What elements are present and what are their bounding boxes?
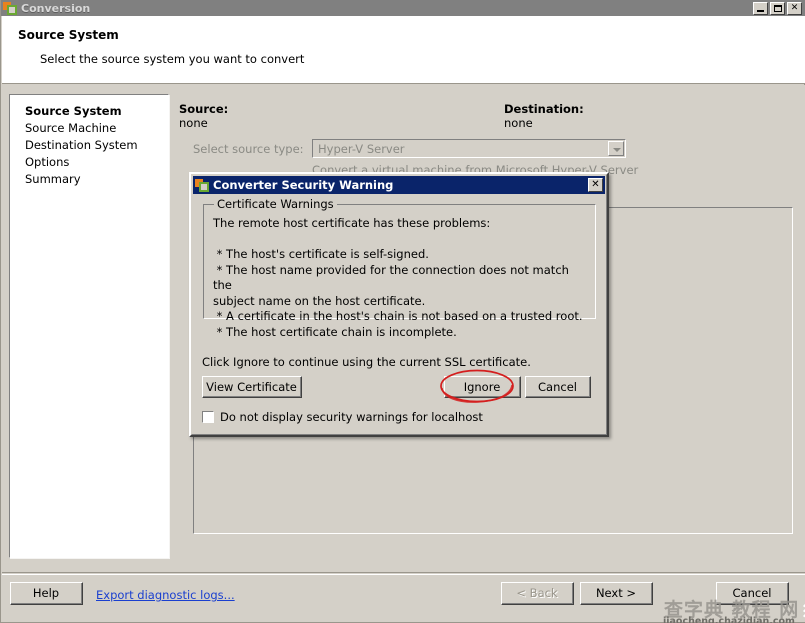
sidebar-item-destination-system[interactable]: Destination System (18, 137, 168, 154)
certificate-warnings-text: The remote host certificate has these pr… (213, 216, 583, 339)
page-title: Source System (18, 28, 119, 42)
certificate-warnings-group: Certificate Warnings The remote host cer… (203, 197, 596, 339)
source-type-row: Select source type: Hyper-V Server (193, 139, 793, 159)
dialog-cancel-button[interactable]: Cancel (525, 376, 591, 398)
window-titlebar: Conversion ✕ (1, 0, 805, 16)
source-type-label: Select source type: (193, 142, 304, 156)
cancel-button[interactable]: Cancel (716, 582, 789, 605)
sidebar-item-source-machine[interactable]: Source Machine (18, 120, 168, 137)
window-controls: ✕ (753, 2, 802, 15)
source-label: Source: (179, 102, 229, 116)
dialog-close-button[interactable]: ✕ (588, 178, 603, 192)
app-icon (3, 1, 17, 15)
cancel-button-label: Cancel (717, 583, 788, 604)
sidebar-item-options[interactable]: Options (18, 154, 168, 171)
ignore-button[interactable]: Ignore (444, 376, 521, 398)
maximize-button[interactable] (770, 2, 785, 15)
page-header: Source System Select the source system y… (2, 16, 805, 84)
sidebar-item-label: Options (25, 155, 70, 169)
resize-grip[interactable] (789, 596, 805, 620)
dialog-title: Converter Security Warning (213, 178, 394, 192)
sidebar-item-label: Source System (25, 104, 122, 118)
help-button[interactable]: Help (10, 582, 83, 605)
source-value: none (179, 116, 208, 130)
export-diagnostic-logs-link[interactable]: Export diagnostic logs... (96, 588, 235, 602)
wizard-step-list: Source System Source Machine Destination… (9, 94, 169, 558)
next-button[interactable]: Next > (580, 582, 653, 605)
destination-label: Destination: (504, 102, 584, 116)
dialog-cancel-label: Cancel (526, 377, 590, 397)
view-certificate-button[interactable]: View Certificate (202, 376, 302, 398)
suppress-warnings-label: Do not display security warnings for loc… (220, 410, 483, 424)
view-certificate-label: View Certificate (203, 377, 301, 397)
back-button-label: < Back (502, 583, 573, 604)
dialog-titlebar: Converter Security Warning ✕ (193, 176, 605, 194)
window-title: Conversion (21, 1, 91, 15)
source-type-value: Hyper-V Server (318, 142, 405, 156)
chevron-down-icon[interactable] (608, 141, 624, 156)
ignore-button-label: Ignore (445, 377, 520, 397)
next-button-label: Next > (581, 583, 652, 604)
suppress-warnings-checkbox-row[interactable]: Do not display security warnings for loc… (202, 410, 483, 424)
back-button[interactable]: < Back (501, 582, 574, 605)
source-type-select[interactable]: Hyper-V Server (312, 139, 626, 158)
wizard-footer: Help Export diagnostic logs... < Back Ne… (2, 572, 805, 622)
sidebar-item-source-system[interactable]: Source System (18, 103, 168, 120)
sidebar-item-label: Destination System (25, 138, 138, 152)
suppress-warnings-checkbox[interactable] (202, 411, 214, 423)
sidebar-item-label: Summary (25, 172, 81, 186)
help-button-label: Help (11, 583, 82, 604)
close-icon: ✕ (591, 179, 600, 190)
security-warning-dialog: Converter Security Warning ✕ Certificate… (189, 172, 609, 437)
app-icon (195, 178, 209, 192)
application-window: Conversion ✕ Source System Select the so… (0, 0, 805, 623)
certificate-warnings-legend: Certificate Warnings (214, 197, 337, 211)
sidebar-item-label: Source Machine (25, 121, 117, 135)
destination-value: none (504, 116, 533, 130)
page-subtitle: Select the source system you want to con… (40, 52, 305, 66)
close-button[interactable]: ✕ (787, 2, 802, 15)
dialog-instruction-text: Click Ignore to continue using the curre… (202, 355, 531, 369)
sidebar-item-summary[interactable]: Summary (18, 171, 168, 188)
minimize-button[interactable] (753, 2, 768, 15)
